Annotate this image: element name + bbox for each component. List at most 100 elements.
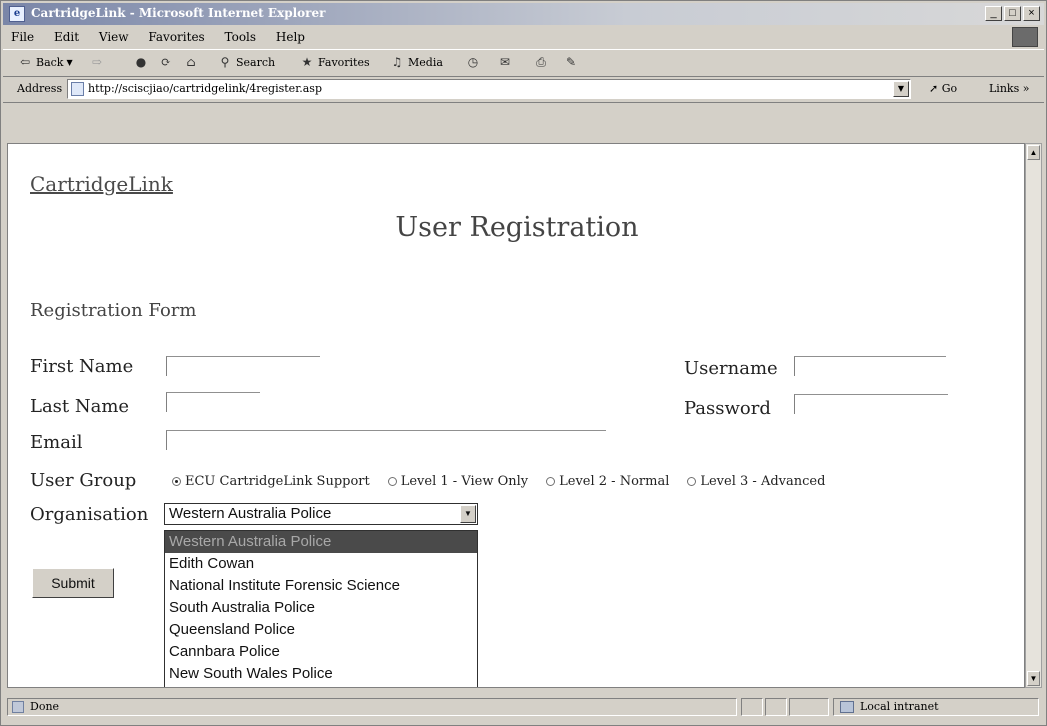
- menu-view[interactable]: View: [91, 26, 137, 44]
- favorites-label: Favorites: [318, 55, 370, 69]
- status-cell: [789, 698, 829, 716]
- username-field[interactable]: [794, 356, 946, 376]
- media-button[interactable]: ♫ Media: [389, 54, 443, 70]
- links-button[interactable]: Links »: [989, 82, 1029, 95]
- close-button[interactable]: ×: [1023, 6, 1040, 21]
- password-label: Password: [684, 398, 771, 419]
- print-button[interactable]: ⎙: [533, 54, 549, 70]
- radio-label: Level 2 - Normal: [559, 474, 670, 489]
- menu-edit[interactable]: Edit: [46, 26, 87, 44]
- edit-button[interactable]: ✎: [563, 54, 579, 70]
- user-group-options: ECU CartridgeLink Support Level 1 - View…: [172, 474, 825, 489]
- history-button[interactable]: ◷: [465, 54, 481, 70]
- email-field[interactable]: [166, 430, 606, 450]
- forward-button[interactable]: ⇨: [89, 54, 105, 70]
- organisation-selected-value: Western Australia Police: [169, 505, 332, 522]
- vertical-scrollbar[interactable]: ▲ ▼: [1025, 143, 1042, 688]
- ie-icon: e: [9, 6, 25, 22]
- radio-level-3[interactable]: Level 3 - Advanced: [687, 474, 825, 489]
- address-dropdown-icon[interactable]: ▼: [893, 81, 909, 97]
- page-icon: [71, 82, 84, 96]
- page-content: CartridgeLink User Registration Registra…: [7, 143, 1025, 688]
- radio-icon: [546, 477, 556, 486]
- dropdown-option[interactable]: South Australia Police: [165, 597, 477, 619]
- search-button[interactable]: ⚲ Search: [217, 54, 276, 70]
- organisation-select[interactable]: Western Australia Police ▼: [164, 503, 478, 525]
- refresh-button[interactable]: ⟳: [158, 54, 174, 70]
- submit-button[interactable]: Submit: [32, 568, 114, 598]
- radio-icon: [687, 477, 697, 486]
- window-title: CartridgeLink - Microsoft Internet Explo…: [31, 6, 326, 20]
- address-url: http://sciscjiao/cartridgelink/4register…: [88, 82, 322, 95]
- radio-label: Level 3 - Advanced: [700, 474, 826, 489]
- last-name-field[interactable]: [166, 392, 260, 412]
- dropdown-option[interactable]: Edith Cowan: [165, 553, 477, 575]
- page-done-icon: [12, 701, 24, 713]
- scroll-up-icon[interactable]: ▲: [1027, 145, 1040, 160]
- last-name-label: Last Name: [30, 396, 130, 417]
- menu-file[interactable]: File: [3, 26, 42, 44]
- mail-icon: ✉: [499, 55, 511, 69]
- go-button[interactable]: ➚ Go: [929, 82, 957, 95]
- form-title: Registration Form: [30, 300, 197, 321]
- user-group-label: User Group: [30, 470, 137, 491]
- radio-selected-icon: [172, 477, 181, 486]
- organisation-label: Organisation: [30, 504, 149, 525]
- back-button[interactable]: ⇦ Back ▼: [17, 54, 73, 70]
- radio-label: Level 1 - View Only: [400, 474, 529, 489]
- standard-toolbar: ⇦ Back ▼ ⇨ ● ⟳ ⌂ ⚲ Search ★ Favorites ♫ …: [3, 49, 1044, 77]
- status-cell: [741, 698, 763, 716]
- menu-help[interactable]: Help: [268, 26, 313, 44]
- password-field[interactable]: [794, 394, 948, 414]
- dropdown-option[interactable]: New South Wales Police: [165, 663, 477, 685]
- first-name-field[interactable]: [166, 356, 320, 376]
- go-arrow-icon: ➚: [929, 82, 939, 95]
- home-icon: ⌂: [186, 55, 196, 69]
- radio-ecu-support[interactable]: ECU CartridgeLink Support: [172, 474, 370, 489]
- status-bar: Done Local intranet: [3, 695, 1044, 719]
- back-label: Back: [36, 55, 64, 69]
- radio-label: ECU CartridgeLink Support: [185, 474, 370, 489]
- organisation-dropdown-list: Western Australia Police Edith Cowan Nat…: [164, 530, 478, 687]
- radio-icon: [387, 477, 397, 486]
- title-bar: e CartridgeLink - Microsoft Internet Exp…: [3, 3, 1044, 25]
- favorites-button[interactable]: ★ Favorites: [299, 54, 370, 70]
- menu-tools[interactable]: Tools: [217, 26, 265, 44]
- refresh-icon: ⟳: [160, 55, 172, 69]
- menu-favorites[interactable]: Favorites: [140, 26, 212, 44]
- chevron-down-icon[interactable]: ▼: [460, 505, 476, 523]
- search-label: Search: [236, 55, 276, 69]
- back-arrow-icon: ⇦: [19, 55, 31, 69]
- mail-button[interactable]: ✉: [497, 54, 513, 70]
- stop-icon: ●: [135, 55, 147, 69]
- dropdown-option[interactable]: Western Australia Police: [165, 531, 477, 553]
- history-icon: ◷: [467, 55, 479, 69]
- dropdown-option[interactable]: Cannbara Police: [165, 641, 477, 663]
- zone-label: Local intranet: [860, 700, 939, 713]
- security-zone: Local intranet: [833, 698, 1039, 716]
- username-label: Username: [684, 358, 778, 379]
- search-icon: ⚲: [220, 55, 230, 69]
- address-label: Address: [17, 82, 63, 95]
- stop-button[interactable]: ●: [133, 54, 149, 70]
- dropdown-option[interactable]: Queensland Police: [165, 619, 477, 641]
- windows-logo-icon: [1012, 27, 1038, 47]
- menu-bar: File Edit View Favorites Tools Help: [3, 26, 1044, 48]
- first-name-label: First Name: [30, 356, 134, 377]
- minimize-button[interactable]: _: [985, 6, 1002, 21]
- edit-icon: ✎: [565, 55, 577, 69]
- brand-link[interactable]: CartridgeLink: [30, 172, 173, 196]
- media-icon: ♫: [391, 55, 403, 69]
- radio-level-2[interactable]: Level 2 - Normal: [546, 474, 669, 489]
- media-label: Media: [408, 55, 443, 69]
- status-text: Done: [30, 700, 60, 713]
- go-label: Go: [941, 82, 958, 95]
- scroll-down-icon[interactable]: ▼: [1027, 671, 1040, 686]
- radio-level-1[interactable]: Level 1 - View Only: [387, 474, 529, 489]
- email-label: Email: [30, 432, 83, 453]
- dropdown-option[interactable]: National Institute Forensic Science: [165, 575, 477, 597]
- status-cell: [765, 698, 787, 716]
- address-input[interactable]: http://sciscjiao/cartridgelink/4register…: [67, 79, 911, 99]
- maximize-button[interactable]: □: [1004, 6, 1021, 21]
- home-button[interactable]: ⌂: [183, 54, 199, 70]
